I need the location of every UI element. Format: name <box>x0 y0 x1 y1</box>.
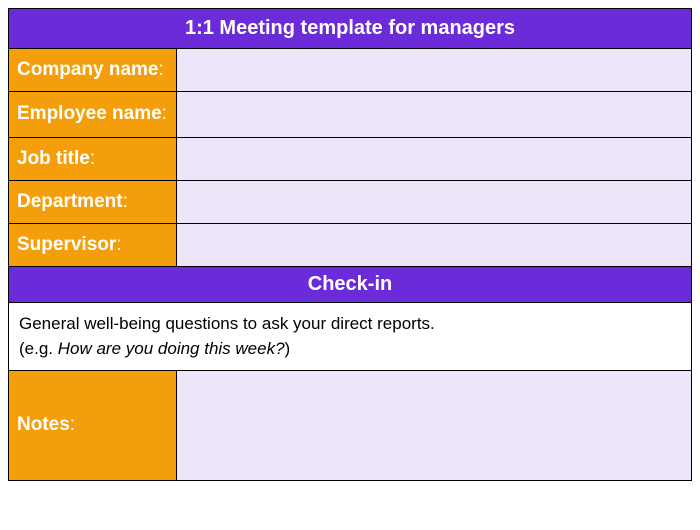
colon: : <box>90 148 95 169</box>
row-employee-name: Employee name: <box>9 92 692 138</box>
label-text-notes: Notes <box>17 414 70 435</box>
row-supervisor: Supervisor: <box>9 223 692 266</box>
label-notes: Notes: <box>9 370 177 480</box>
checkin-example-prefix: (e.g. <box>19 339 58 358</box>
checkin-description: General well-being questions to ask your… <box>9 302 692 370</box>
label-company-name: Company name: <box>9 49 177 92</box>
colon: : <box>158 59 163 80</box>
table-title: 1:1 Meeting template for managers <box>9 9 692 49</box>
row-job-title: Job title: <box>9 137 692 180</box>
colon: : <box>116 234 121 255</box>
checkin-example-text: How are you doing this week? <box>58 339 285 358</box>
row-notes: Notes: <box>9 370 692 480</box>
colon: : <box>123 191 128 212</box>
label-text-job-title: Job title <box>17 148 90 169</box>
label-text-employee-name: Employee name <box>17 103 162 124</box>
value-company-name[interactable] <box>177 49 692 92</box>
checkin-heading: Check-in <box>9 266 692 302</box>
colon: : <box>162 103 167 124</box>
label-department: Department: <box>9 180 177 223</box>
label-text-company-name: Company name <box>17 59 158 80</box>
colon: : <box>70 414 75 435</box>
row-company-name: Company name: <box>9 49 692 92</box>
checkin-description-text: General well-being questions to ask your… <box>19 314 435 333</box>
value-supervisor[interactable] <box>177 223 692 266</box>
value-employee-name[interactable] <box>177 92 692 138</box>
label-text-department: Department <box>17 191 123 212</box>
row-department: Department: <box>9 180 692 223</box>
value-notes[interactable] <box>177 370 692 480</box>
label-job-title: Job title: <box>9 137 177 180</box>
label-employee-name: Employee name: <box>9 92 177 138</box>
value-department[interactable] <box>177 180 692 223</box>
value-job-title[interactable] <box>177 137 692 180</box>
label-supervisor: Supervisor: <box>9 223 177 266</box>
checkin-example-suffix: ) <box>285 339 291 358</box>
label-text-supervisor: Supervisor <box>17 234 116 255</box>
meeting-template-table: 1:1 Meeting template for managers Compan… <box>8 8 692 481</box>
